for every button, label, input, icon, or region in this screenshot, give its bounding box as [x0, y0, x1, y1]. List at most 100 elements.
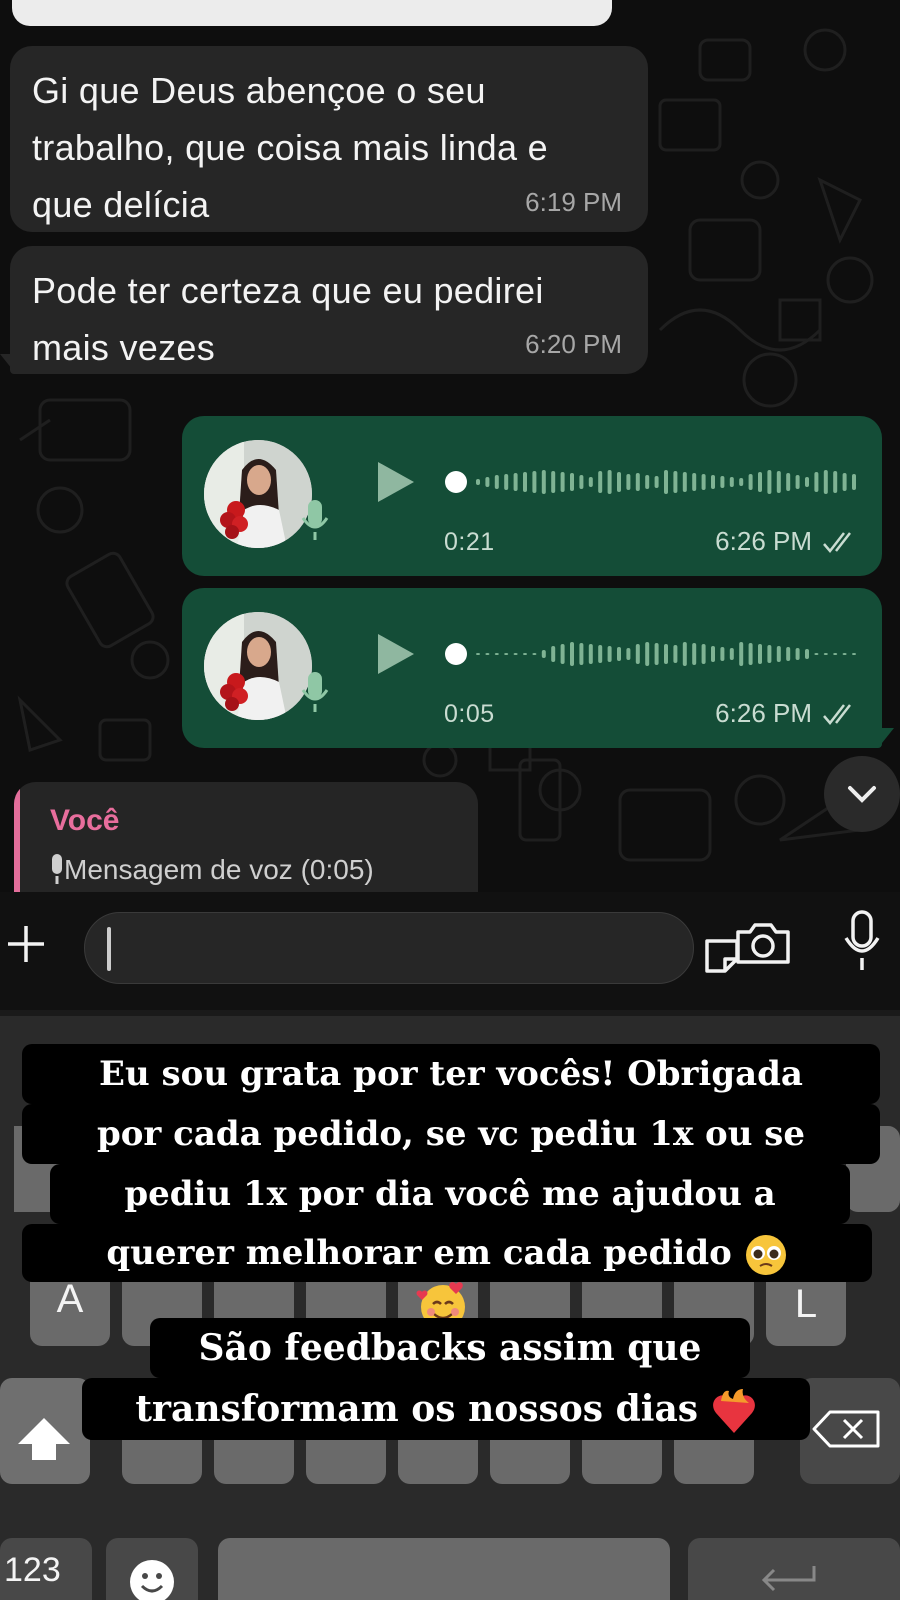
waveform-bar [786, 647, 791, 661]
waveform-bar [776, 646, 781, 662]
waveform-bar [711, 646, 715, 662]
story-caption: por cada pedido, se vc pediu 1x ou se [22, 1104, 880, 1164]
waveform-bar [654, 643, 659, 665]
message-composer [0, 892, 900, 1010]
waveform-bar [852, 653, 856, 655]
waveform-bar [833, 653, 838, 655]
backspace-icon [812, 1410, 880, 1448]
waveform-bar [598, 471, 603, 493]
waveform-bar [476, 479, 480, 485]
waveform-bar [682, 472, 687, 492]
waveform-bar [560, 644, 565, 664]
waveform-bar [664, 470, 668, 494]
waveform-bar [560, 472, 565, 492]
space-key[interactable] [218, 1538, 670, 1600]
waveform-bar [532, 653, 537, 655]
incoming-message[interactable]: Gi que Deus abençoe o seu trabalho, que … [10, 46, 648, 232]
waveform-bar [814, 653, 819, 655]
caption-line: querer melhorar em cada pedido [22, 1224, 872, 1282]
waveform-bar [579, 643, 584, 665]
microphone-icon[interactable] [842, 910, 882, 972]
numbers-key[interactable]: 123 [0, 1538, 92, 1600]
reply-accent-bar [14, 782, 20, 892]
waveform-bar [842, 473, 847, 491]
microphone-icon [301, 500, 329, 540]
shift-key[interactable] [0, 1378, 90, 1484]
waveform-bar [645, 475, 650, 489]
message-time: 6:26 PM [715, 698, 812, 728]
outgoing-voice-message[interactable]: 0:21 6:26 PM [182, 416, 882, 576]
caption-line: transformam os nossos dias [82, 1378, 810, 1440]
waveform-bar [673, 645, 678, 663]
return-icon [761, 1566, 816, 1592]
avatar [204, 612, 312, 720]
waveform-bar [494, 475, 499, 489]
voice-duration: 0:21 [444, 528, 495, 556]
reply-message: Mensagem de voz (0:05) [64, 854, 374, 885]
waveform-bar [588, 644, 593, 664]
waveform-bar [795, 475, 800, 489]
waveform-bar [748, 643, 753, 665]
waveform-bar [776, 471, 781, 493]
waveform-bar [532, 471, 537, 493]
waveform-bar [823, 653, 828, 655]
quoted-reply[interactable]: Você Mensagem de voz (0:05) [14, 782, 478, 892]
waveform-bar [720, 647, 725, 661]
scroll-to-bottom-button[interactable] [824, 756, 900, 832]
waveform-bar [570, 473, 574, 491]
waveform[interactable] [444, 460, 864, 504]
backspace-key[interactable] [800, 1378, 900, 1484]
waveform-bar [588, 477, 593, 487]
chat-area[interactable]: Gi que Deus abençoe o seu trabalho, que … [0, 0, 900, 892]
story-caption: Eu sou grata por ter vocês! Obrigada [22, 1044, 880, 1104]
waveform-bar [551, 471, 556, 493]
microphone-icon [52, 854, 62, 884]
play-icon[interactable] [378, 634, 414, 674]
waveform-bar [701, 474, 706, 490]
pleading-face-emoji [745, 1235, 786, 1275]
waveform-bar [786, 473, 791, 491]
return-key[interactable] [688, 1538, 900, 1600]
shift-icon [18, 1418, 70, 1460]
camera-icon[interactable] [734, 920, 792, 966]
waveform-bar [513, 653, 518, 655]
outgoing-voice-message[interactable]: 0:05 6:26 PM [182, 588, 882, 748]
reply-author: Você [50, 804, 120, 837]
message-input[interactable] [84, 912, 739, 984]
waveform-bar [748, 474, 753, 490]
waveform-bar [635, 644, 640, 664]
previous-message-edge [12, 0, 612, 26]
waveform-bar [720, 476, 725, 488]
story-caption: pediu 1x por dia você me ajudou a [50, 1164, 850, 1224]
chevron-down-icon [848, 786, 876, 803]
waveform[interactable] [444, 632, 864, 676]
waveform-bar [523, 653, 527, 655]
waveform-bar [814, 472, 819, 492]
waveform-bar [833, 471, 838, 493]
microphone-icon [301, 672, 329, 712]
playback-position-dot[interactable] [445, 643, 467, 665]
incoming-message[interactable]: Pode ter certeza que eu pedirei mais vez… [10, 246, 648, 374]
waveform-bar [758, 472, 762, 492]
waveform-bar [523, 472, 527, 492]
plus-icon[interactable] [4, 922, 48, 966]
waveform-bar [852, 474, 856, 490]
waveform-bar [617, 472, 621, 492]
waveform-bar [673, 471, 678, 493]
waveform-bar [570, 642, 574, 666]
waveform-bar [795, 648, 800, 660]
play-icon[interactable] [378, 462, 414, 502]
heart-on-fire-emoji [712, 1389, 755, 1433]
waveform-bar [485, 653, 490, 655]
caption-line: São feedbacks assim que [198, 1327, 702, 1369]
waveform-bar [504, 653, 509, 655]
waveform-bar [767, 645, 772, 663]
emoji-key[interactable] [106, 1538, 198, 1600]
waveform-bar [692, 473, 697, 491]
waveform-bar [645, 642, 650, 666]
story-caption: querer melhorar em cada pedido [22, 1224, 872, 1282]
feedback-caption: São feedbacks assim que [150, 1318, 750, 1378]
playback-position-dot[interactable] [445, 471, 467, 493]
waveform-bar [635, 473, 640, 491]
waveform-bar [541, 650, 546, 658]
